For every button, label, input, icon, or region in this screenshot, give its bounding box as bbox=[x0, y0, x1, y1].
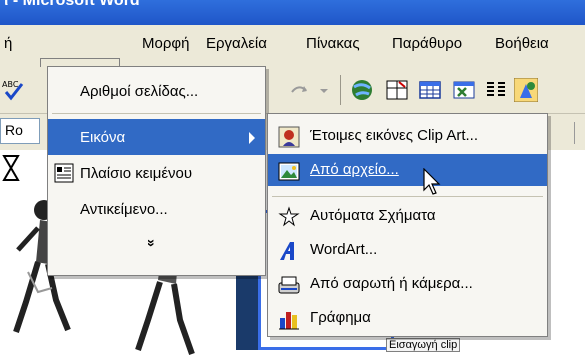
menu-format[interactable]: Μορφή bbox=[142, 35, 189, 52]
submenu-arrow-icon bbox=[249, 132, 255, 144]
insert-page-numbers[interactable]: Αριθμοί σελίδας... bbox=[48, 73, 265, 109]
chart-icon bbox=[279, 312, 299, 330]
picture-wordart[interactable]: WordArt... bbox=[268, 234, 547, 266]
menu-table[interactable]: Πίνακας bbox=[306, 35, 360, 52]
from-file-icon bbox=[278, 162, 300, 181]
menu-bar: ή Εισαγωγή Μορφή Εργαλεία Πίνακας Παράθυ… bbox=[0, 25, 585, 92]
insert-object[interactable]: Αντικείμενο... bbox=[48, 191, 265, 227]
toolbar-separator bbox=[340, 75, 341, 105]
insert-picture-label: Εικόνα bbox=[80, 129, 126, 146]
table-borders-icon[interactable] bbox=[385, 78, 409, 102]
redo-dropdown-icon[interactable] bbox=[318, 78, 330, 102]
svg-text:ABC: ABC bbox=[2, 80, 19, 89]
drawing-icon[interactable] bbox=[514, 78, 538, 102]
clipart-icon bbox=[278, 126, 300, 148]
picture-scanner[interactable]: Από σαρωτή ή κάμερα... bbox=[268, 268, 547, 300]
menu-file-partial[interactable]: ή bbox=[4, 35, 12, 52]
picture-from-file-label: Από αρχείο... bbox=[310, 161, 399, 178]
picture-chart[interactable]: Γράφημα bbox=[268, 302, 547, 334]
insert-text-box[interactable]: Πλαίσιο κειμένου bbox=[48, 155, 265, 191]
menu-tools[interactable]: Εργαλεία bbox=[206, 35, 267, 52]
redo-icon[interactable] bbox=[288, 78, 312, 102]
clip-caption[interactable]: Εισαγωγή clip bbox=[386, 338, 461, 352]
expand-menu[interactable]: » bbox=[48, 227, 265, 263]
expand-chevron-icon: » bbox=[143, 239, 160, 247]
columns-icon[interactable] bbox=[484, 78, 508, 102]
scanner-icon bbox=[278, 276, 300, 294]
insert-table-icon[interactable] bbox=[418, 78, 442, 102]
menu-window[interactable]: Παράθυρο bbox=[392, 35, 462, 52]
insert-object-label: Αντικείμενο... bbox=[80, 201, 168, 218]
insert-text-box-label: Πλαίσιο κειμένου bbox=[80, 165, 193, 182]
insert-page-numbers-label: Αριθμοί σελίδας... bbox=[80, 83, 199, 100]
font-name-field[interactable]: Ro bbox=[0, 118, 40, 144]
window-title: ΐ - Microsoft Word bbox=[4, 0, 140, 9]
mouse-pointer-icon bbox=[423, 168, 441, 195]
picture-clipart-label: Έτοιμες εικόνες Clip Art... bbox=[310, 127, 478, 144]
web-globe-icon[interactable] bbox=[350, 78, 374, 102]
title-bar: ΐ - Microsoft Word bbox=[0, 0, 585, 25]
picture-scanner-label: Από σαρωτή ή κάμερα... bbox=[310, 275, 473, 292]
menu-help[interactable]: Βοήθεια bbox=[495, 35, 549, 52]
picture-chart-label: Γράφημα bbox=[310, 309, 371, 326]
picture-autoshapes-label: Αυτόματα Σχήματα bbox=[310, 207, 436, 224]
picture-from-file[interactable]: Από αρχείο... bbox=[268, 154, 547, 186]
toolbar-edge bbox=[574, 122, 585, 144]
text-box-icon bbox=[54, 163, 74, 183]
picture-submenu: Έτοιμες εικόνες Clip Art... Από αρχείο..… bbox=[267, 113, 548, 337]
menu-divider bbox=[52, 113, 261, 114]
picture-clipart[interactable]: Έτοιμες εικόνες Clip Art... bbox=[268, 120, 547, 152]
insert-excel-icon[interactable] bbox=[452, 78, 476, 102]
insert-menu: Αριθμοί σελίδας... Εικόνα Πλαίσιο κειμέν… bbox=[47, 66, 266, 276]
insert-picture[interactable]: Εικόνα bbox=[48, 119, 265, 155]
spelling-icon[interactable]: ABC bbox=[2, 78, 26, 102]
picture-wordart-label: WordArt... bbox=[310, 241, 378, 258]
wordart-icon bbox=[280, 242, 294, 260]
picture-autoshapes[interactable]: Αυτόματα Σχήματα bbox=[268, 200, 547, 232]
submenu-divider bbox=[272, 196, 543, 197]
autoshapes-icon bbox=[278, 206, 300, 227]
